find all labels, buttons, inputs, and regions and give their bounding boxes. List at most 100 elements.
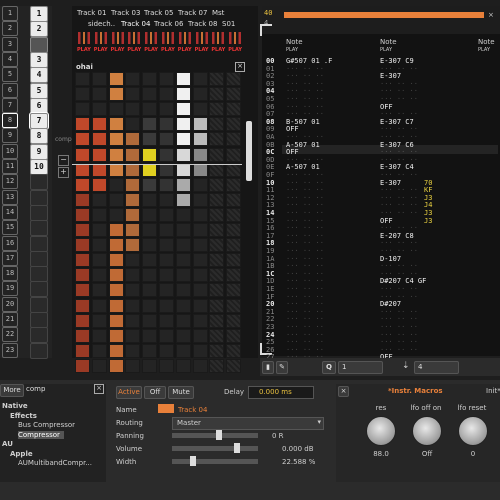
pattern-slot[interactable] (75, 87, 90, 102)
pattern-slot[interactable] (192, 313, 208, 328)
pattern-slot[interactable] (108, 192, 124, 207)
browser-close-icon[interactable]: × (94, 384, 104, 394)
pattern-slot[interactable] (175, 102, 191, 117)
pattern-number-button[interactable] (30, 342, 48, 359)
pattern-slot[interactable] (226, 102, 242, 117)
active-button[interactable]: Active (116, 386, 142, 399)
track-play-label[interactable]: PLAY (111, 47, 125, 53)
pattern-slot[interactable] (159, 313, 174, 328)
pattern-slot[interactable] (142, 117, 158, 132)
pattern-slot[interactable] (91, 147, 107, 162)
sequence-slot-number[interactable]: 8 (2, 113, 18, 129)
pattern-slot[interactable] (108, 177, 124, 192)
pattern-slot[interactable] (209, 343, 225, 358)
pattern-slot[interactable] (91, 72, 107, 86)
macro-knob-3-dial[interactable] (458, 416, 488, 446)
sequence-slot-number[interactable]: 7 (2, 97, 18, 113)
pattern-slot[interactable] (226, 177, 242, 192)
sequence-row[interactable]: 11 10 (2, 159, 50, 175)
pattern-col-2-play[interactable]: PLAY (380, 47, 392, 53)
track-header-master[interactable]: Mst (212, 9, 224, 19)
pattern-slot[interactable] (125, 343, 141, 358)
pattern-number-button[interactable] (30, 204, 48, 221)
step-select-1[interactable]: 1 (338, 361, 383, 374)
sequence-row[interactable]: 17 (2, 250, 50, 267)
track-header-8[interactable]: Track 08 (188, 20, 217, 30)
pattern-slot[interactable] (175, 177, 191, 192)
browser-search-input[interactable]: comp (26, 385, 45, 393)
pattern-slot[interactable] (192, 72, 208, 86)
pattern-slot[interactable] (175, 192, 191, 207)
pattern-slot[interactable] (91, 132, 107, 147)
panning-slider[interactable] (172, 433, 258, 438)
pattern-slot[interactable] (209, 253, 225, 268)
pattern-number-button[interactable] (30, 36, 48, 53)
sequence-row[interactable]: 15 (2, 220, 50, 237)
pattern-slot[interactable] (226, 313, 242, 328)
pattern-slot[interactable] (142, 87, 158, 102)
pattern-number-button[interactable]: 4 (30, 67, 48, 84)
pattern-slot[interactable] (91, 177, 107, 192)
volume-slider[interactable] (172, 446, 258, 451)
more-button[interactable]: More (0, 384, 24, 397)
track-play-label[interactable]: PLAY (178, 47, 192, 53)
pattern-slot[interactable] (125, 328, 141, 343)
pattern-slot[interactable] (159, 147, 174, 162)
pattern-slot[interactable] (91, 253, 107, 268)
pattern-number-button[interactable]: 10 (30, 159, 48, 175)
pattern-slot[interactable] (159, 192, 174, 207)
pattern-slot[interactable] (125, 223, 141, 237)
pattern-slot[interactable] (175, 147, 191, 162)
pattern-number-button[interactable]: 6 (30, 97, 48, 114)
pattern-slot[interactable] (175, 343, 191, 358)
pattern-slot[interactable] (175, 223, 191, 237)
pattern-slot[interactable] (125, 253, 141, 268)
pattern-slot[interactable] (108, 358, 124, 373)
pattern-slot[interactable] (142, 132, 158, 147)
pattern-slot[interactable] (125, 283, 141, 298)
pattern-slot[interactable] (175, 358, 191, 373)
pattern-number-button[interactable]: 9 (30, 143, 48, 160)
matrix-scrollbar[interactable] (246, 121, 252, 181)
pattern-slot[interactable] (192, 132, 208, 147)
sequence-slot-number[interactable]: 14 (2, 204, 18, 220)
pattern-slot[interactable] (91, 87, 107, 102)
sequence-slot-number[interactable]: 22 (2, 327, 18, 343)
pattern-col-1-play[interactable]: PLAY (286, 47, 298, 53)
pattern-slot[interactable] (125, 177, 141, 192)
pattern-slot[interactable] (91, 238, 107, 253)
pattern-slot[interactable] (192, 223, 208, 237)
pattern-slot[interactable] (159, 268, 174, 283)
pattern-slot[interactable] (142, 298, 158, 313)
sequence-row[interactable]: 14 (2, 204, 50, 221)
pattern-number-button[interactable] (30, 174, 48, 191)
pattern-slot[interactable] (159, 223, 174, 237)
pattern-slot[interactable] (192, 238, 208, 253)
pattern-slot[interactable] (91, 207, 107, 222)
pattern-slot[interactable] (125, 192, 141, 207)
pattern-slot[interactable] (175, 117, 191, 132)
track-header-6[interactable]: Track 06 (154, 20, 183, 30)
pattern-slot[interactable] (226, 72, 242, 86)
pattern-slot[interactable] (75, 192, 90, 207)
sequence-row[interactable]: 87 (2, 112, 50, 131)
pattern-slot[interactable] (91, 283, 107, 298)
pattern-slot[interactable] (142, 253, 158, 268)
pattern-slot[interactable] (209, 328, 225, 343)
pattern-number-button[interactable] (30, 266, 48, 283)
sequence-row[interactable]: 10 9 (2, 143, 50, 160)
pattern-slot[interactable] (142, 238, 158, 253)
pattern-slot[interactable] (75, 253, 90, 268)
sequence-row[interactable]: 43 (2, 51, 50, 68)
pattern-number-button[interactable]: 8 (30, 128, 48, 145)
pattern-slot[interactable] (192, 102, 208, 117)
pattern-slot[interactable] (175, 298, 191, 313)
browser-tree-item[interactable]: AUMultibandCompr... (18, 459, 92, 467)
pattern-slot[interactable] (108, 313, 124, 328)
pattern-slot[interactable] (209, 283, 225, 298)
pattern-slot[interactable] (125, 238, 141, 253)
browser-tree-item[interactable]: Effects (10, 412, 37, 420)
pattern-slot[interactable] (159, 328, 174, 343)
pattern-slot[interactable] (75, 223, 90, 237)
track-header-4[interactable]: Track 04 (121, 20, 150, 30)
